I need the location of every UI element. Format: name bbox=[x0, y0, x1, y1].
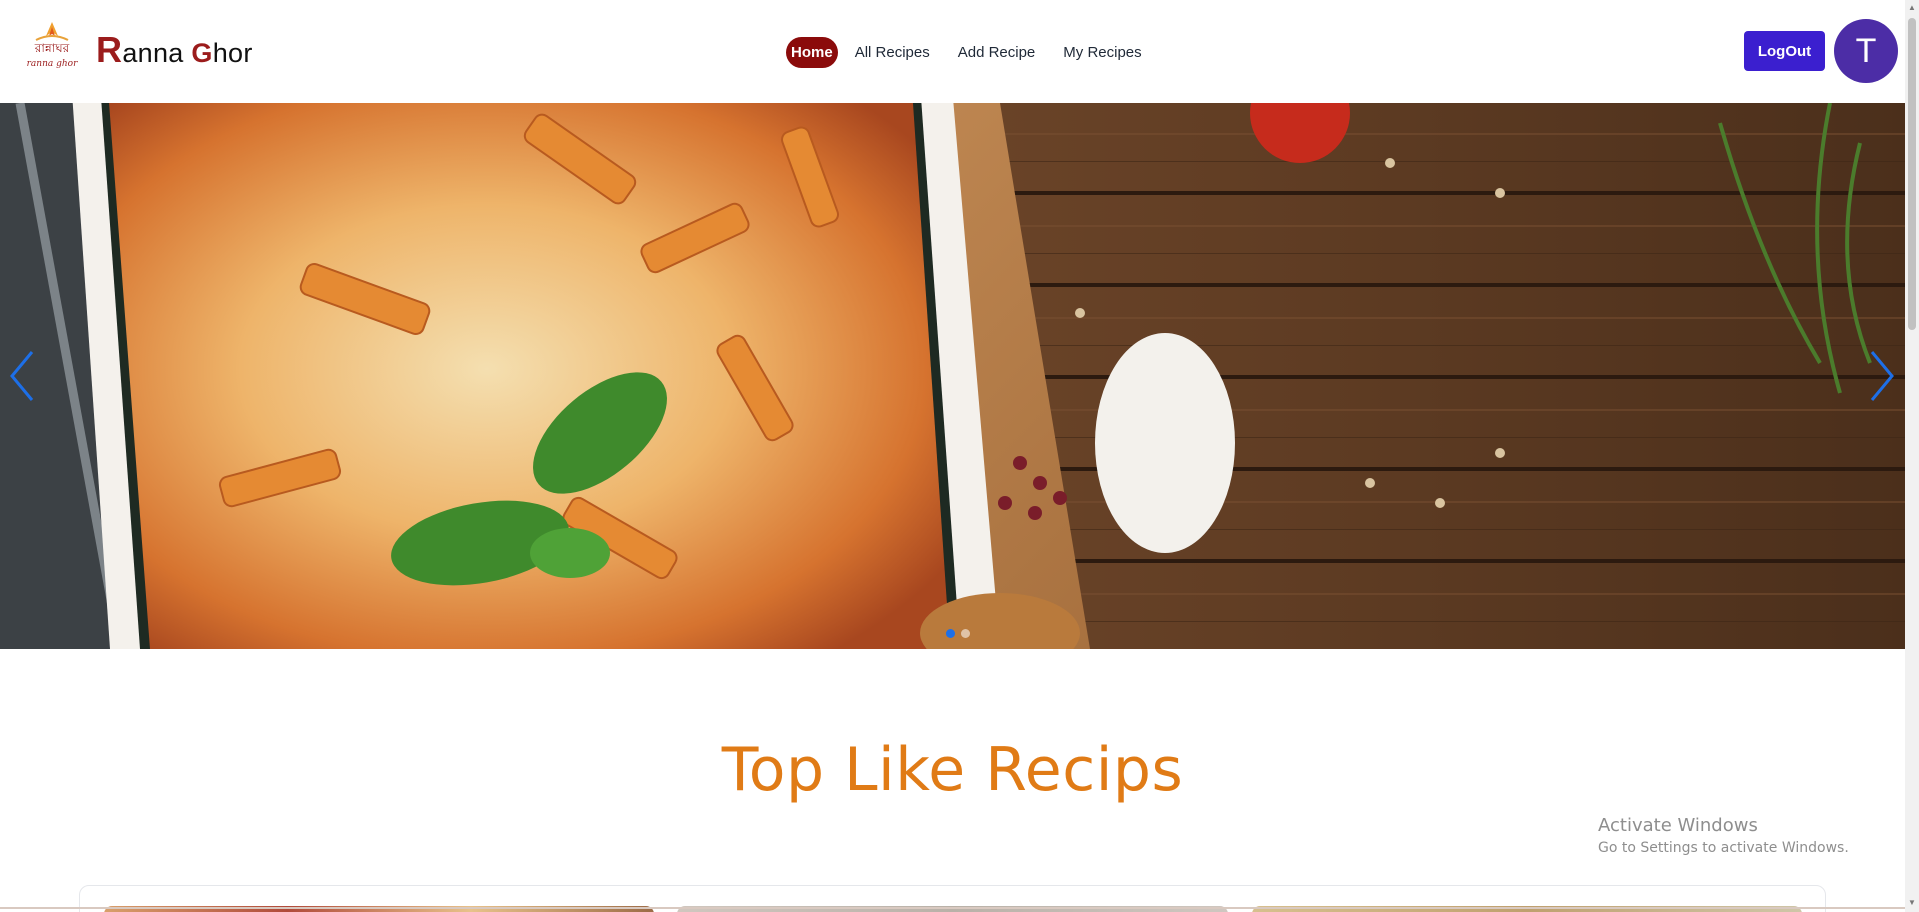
carousel-next-button[interactable] bbox=[1866, 348, 1896, 404]
user-avatar[interactable]: T bbox=[1834, 19, 1898, 83]
brand-name: Ranna Ghor bbox=[96, 29, 253, 71]
nav-item-all-recipes[interactable]: All Recipes bbox=[844, 37, 941, 68]
carousel-dot[interactable] bbox=[961, 629, 970, 638]
scroll-down-arrow-icon[interactable]: ▼ bbox=[1908, 898, 1916, 908]
watermark-title: Activate Windows bbox=[1598, 815, 1758, 836]
scroll-up-arrow-icon[interactable]: ▲ bbox=[1908, 3, 1916, 13]
chevron-left-icon bbox=[10, 351, 34, 401]
brand-initial-g: G bbox=[191, 38, 213, 68]
scrollbar-thumb[interactable] bbox=[1908, 18, 1916, 330]
watermark-subtitle: Go to Settings to activate Windows. bbox=[1598, 840, 1849, 856]
nav-item-add-recipe[interactable]: Add Recipe bbox=[947, 37, 1047, 68]
brand-initial-r: R bbox=[96, 29, 123, 70]
page-divider bbox=[0, 907, 1905, 909]
logo-image: রান্নাঘর ranna ghor bbox=[27, 22, 78, 69]
hero-slide-image bbox=[0, 103, 1905, 649]
logo-bengali-text: রান্নাঘর bbox=[34, 41, 70, 55]
brand-word-1: anna bbox=[122, 38, 192, 68]
chevron-right-icon bbox=[1870, 351, 1894, 401]
carousel-dot[interactable] bbox=[946, 629, 955, 638]
logout-button[interactable]: LogOut bbox=[1744, 31, 1825, 71]
hero-carousel bbox=[0, 103, 1905, 649]
brand-logo-link[interactable]: রান্নাঘর ranna ghor Ranna Ghor bbox=[22, 18, 253, 72]
windows-activation-watermark: Activate Windows Go to Settings to activ… bbox=[1598, 815, 1849, 856]
section-title: Top Like Recips bbox=[721, 735, 1184, 805]
page-scrollbar[interactable]: ▲ ▼ bbox=[1905, 0, 1919, 912]
ranna-ghor-logo: রান্নাঘর ranna ghor bbox=[22, 18, 82, 72]
brand-word-2: hor bbox=[212, 38, 253, 68]
nav-item-my-recipes[interactable]: My Recipes bbox=[1052, 37, 1152, 68]
nav-item-home[interactable]: Home bbox=[786, 37, 838, 68]
logo-subtext: ranna ghor bbox=[27, 59, 78, 69]
carousel-indicators bbox=[946, 629, 970, 638]
carousel-prev-button[interactable] bbox=[8, 348, 38, 404]
navbar: রান্নাঘর ranna ghor Ranna Ghor Home All … bbox=[0, 0, 1905, 103]
main-nav: Home All Recipes Add Recipe My Recipes bbox=[786, 37, 1153, 68]
